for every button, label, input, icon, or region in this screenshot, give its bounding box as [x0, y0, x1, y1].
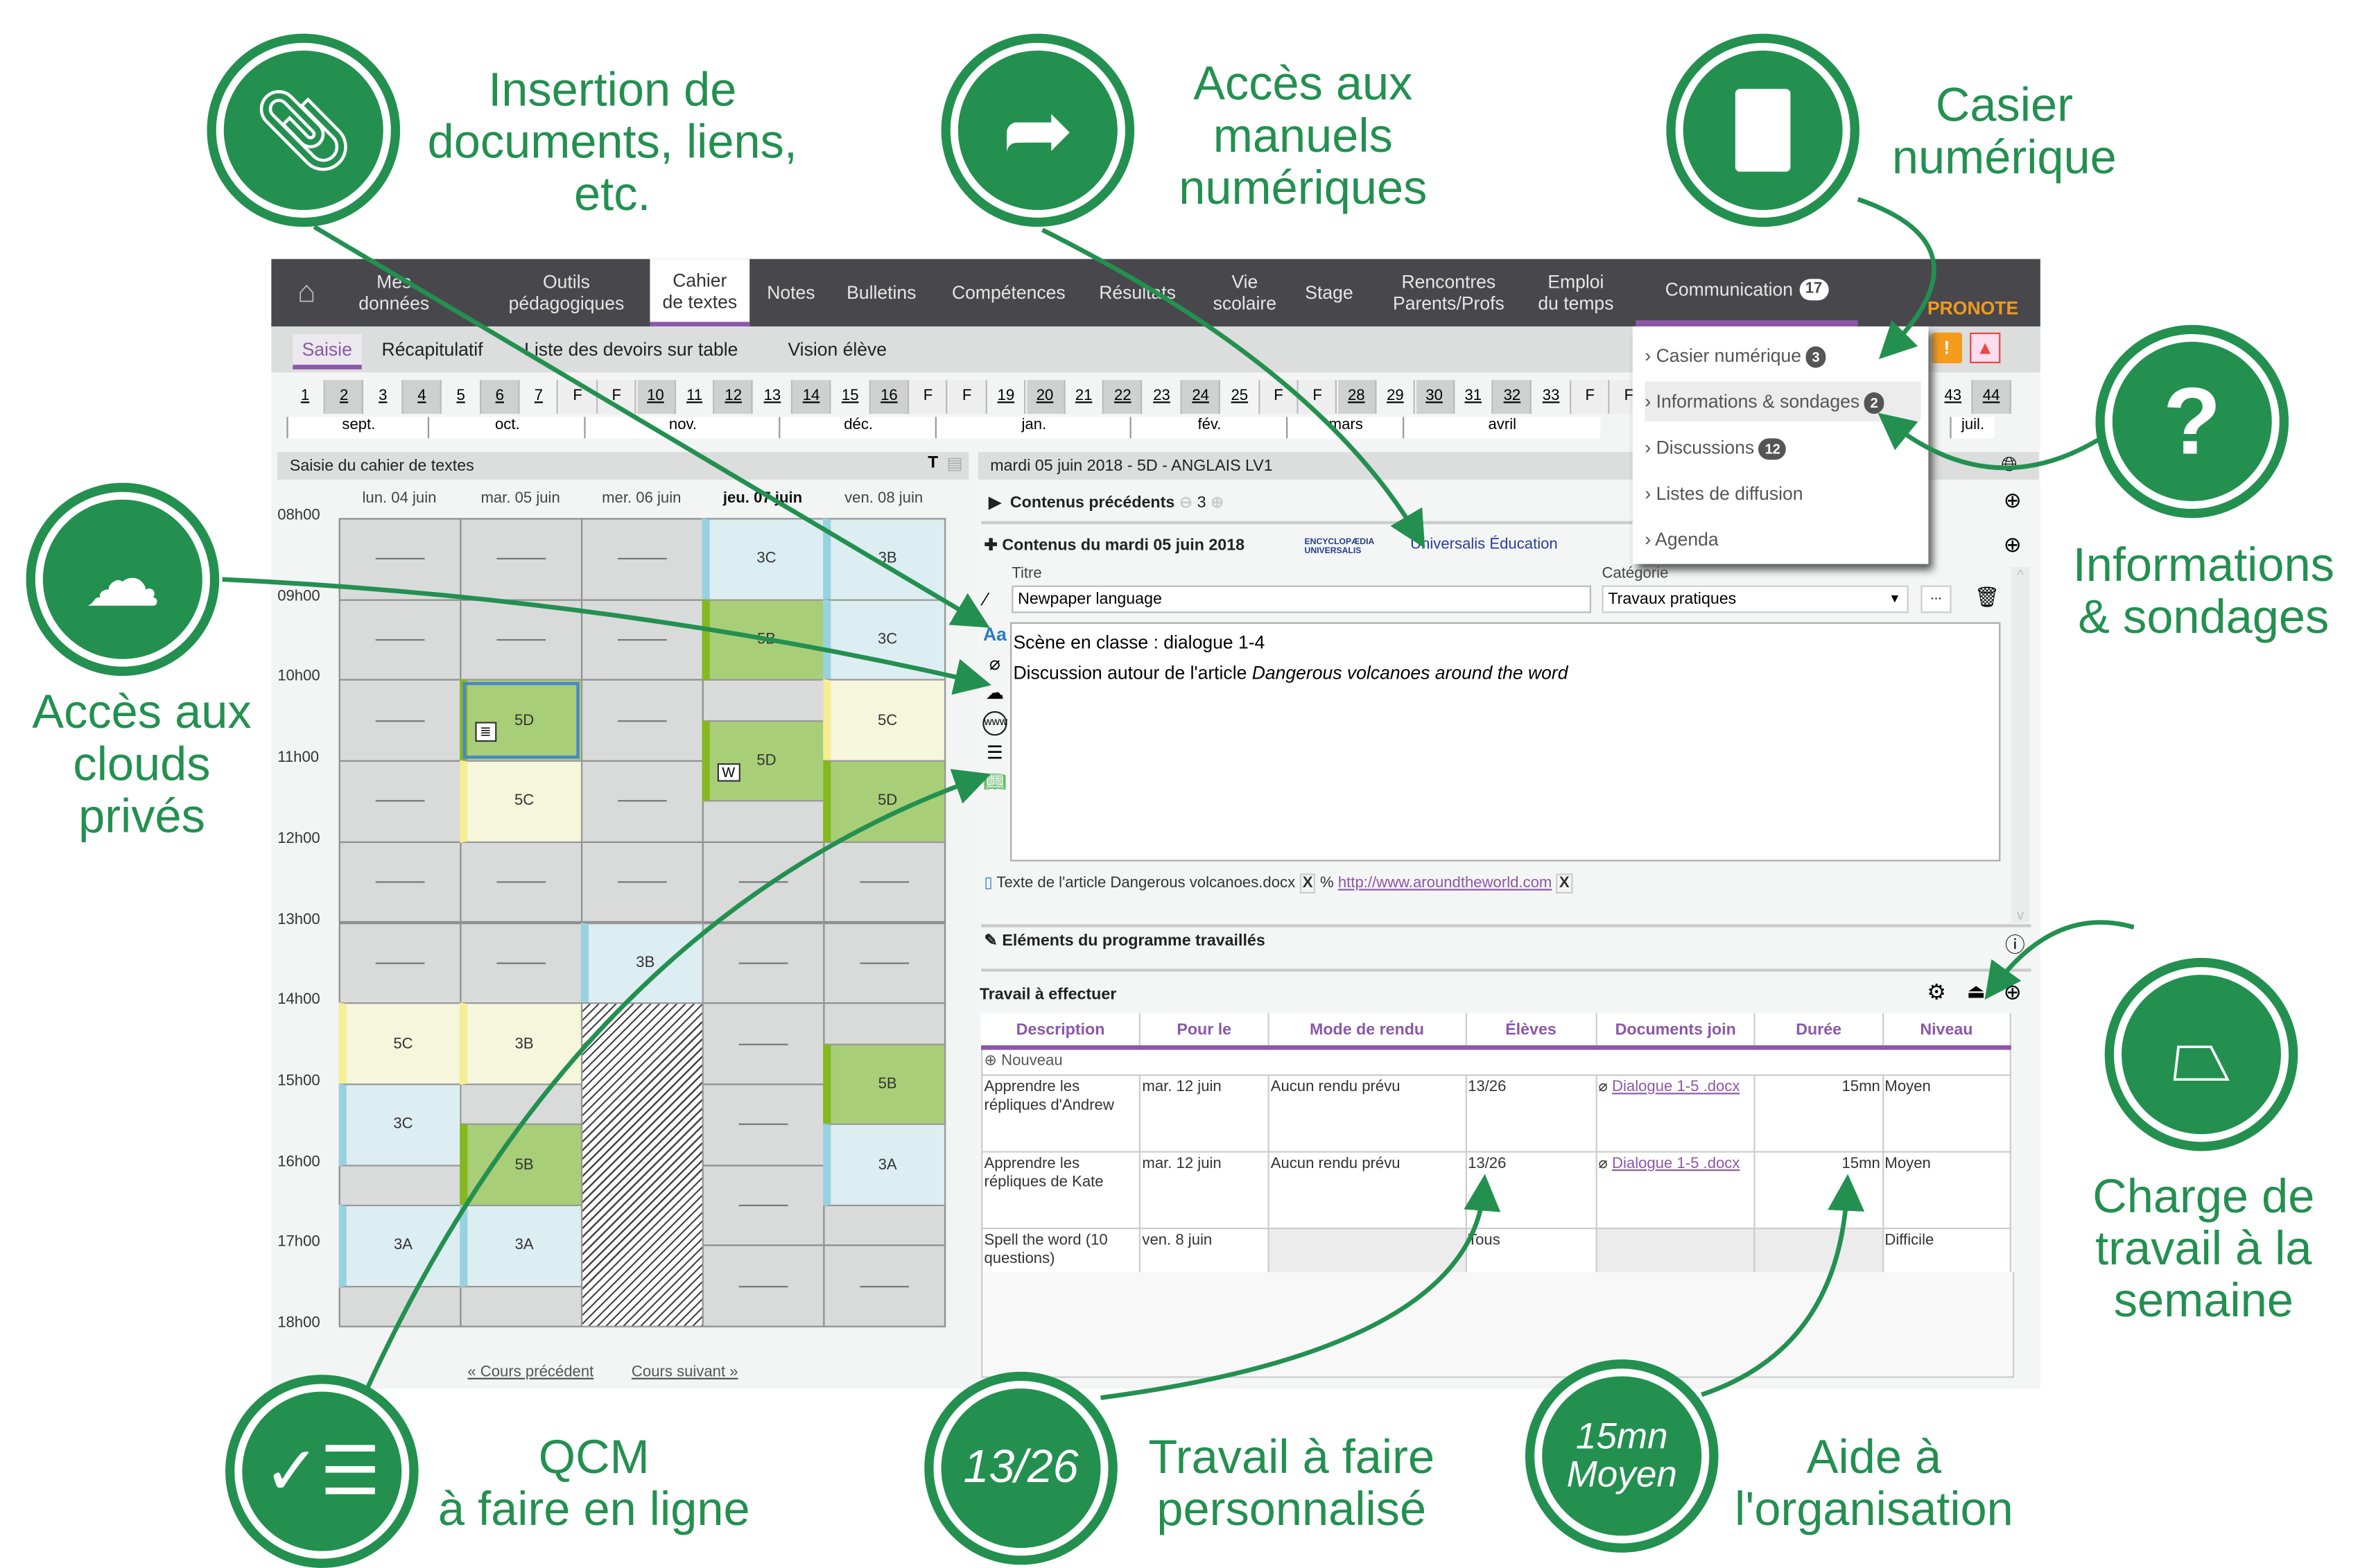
- arrow-qcm: [365, 769, 991, 1388]
- callout-arrows: [222, 197, 2135, 1400]
- infographic: ⌂ Mes données Outils pédagogiques Cahier d…: [0, 0, 2376, 1568]
- manuels-circle: ➦: [941, 33, 1135, 227]
- informations-circle: ?: [2095, 324, 2289, 519]
- arrow-manuels: [1041, 227, 1425, 548]
- travail-circle: 13/26: [924, 1371, 1118, 1565]
- manuels-label: Accès aux manuels numériques: [1179, 56, 1428, 215]
- arrow-aide: [1701, 1174, 1865, 1397]
- arrow-travail: [1100, 1174, 1501, 1400]
- casier-circle: [1666, 33, 1859, 227]
- arrow-casier: [1857, 197, 1936, 360]
- arrow-informations: [1878, 412, 2105, 471]
- casier-label: Casier numérique: [1891, 78, 2117, 184]
- duration-badge: 15mn: [1575, 1415, 1668, 1458]
- locker-icon: [1735, 89, 1791, 172]
- insertion-circle: 📎︎: [207, 33, 401, 227]
- checklist-icon: ✓☰: [263, 1434, 381, 1509]
- arrow-insertion: [313, 225, 990, 628]
- students-fraction-badge: 13/26: [963, 1442, 1079, 1493]
- qcm-label: QCM à faire en ligne: [437, 1429, 750, 1536]
- aide-label: Aide à l'organisation: [1735, 1429, 2013, 1536]
- level-badge: Moyen: [1566, 1454, 1677, 1496]
- arrow-charge: [1984, 920, 2135, 1000]
- arrow-clouds: [222, 577, 992, 695]
- travail-label: Travail à faire personnalisé: [1148, 1429, 1435, 1536]
- qcm-circle: ✓☰: [225, 1375, 419, 1568]
- paperclip-globe-icon: 📎︎: [252, 86, 354, 176]
- clouds-label: Accès aux clouds privés: [32, 685, 252, 844]
- insertion-label: Insertion de documents, liens, etc.: [427, 62, 797, 221]
- weight-icon-large: ⏢: [2170, 1011, 2232, 1097]
- question-icon: ?: [2162, 368, 2221, 475]
- charge-circle: ⏢: [2104, 957, 2298, 1151]
- cloud-icon-large: ☁: [84, 536, 162, 622]
- aide-circle: 15mn Moyen: [1525, 1359, 1719, 1553]
- charge-label: Charge de travail à la semaine: [2092, 1169, 2315, 1327]
- share-arrow-icon: ➦: [1001, 81, 1074, 178]
- informations-label: Informations & sondages: [2072, 538, 2334, 644]
- clouds-circle: ☁: [26, 482, 220, 677]
